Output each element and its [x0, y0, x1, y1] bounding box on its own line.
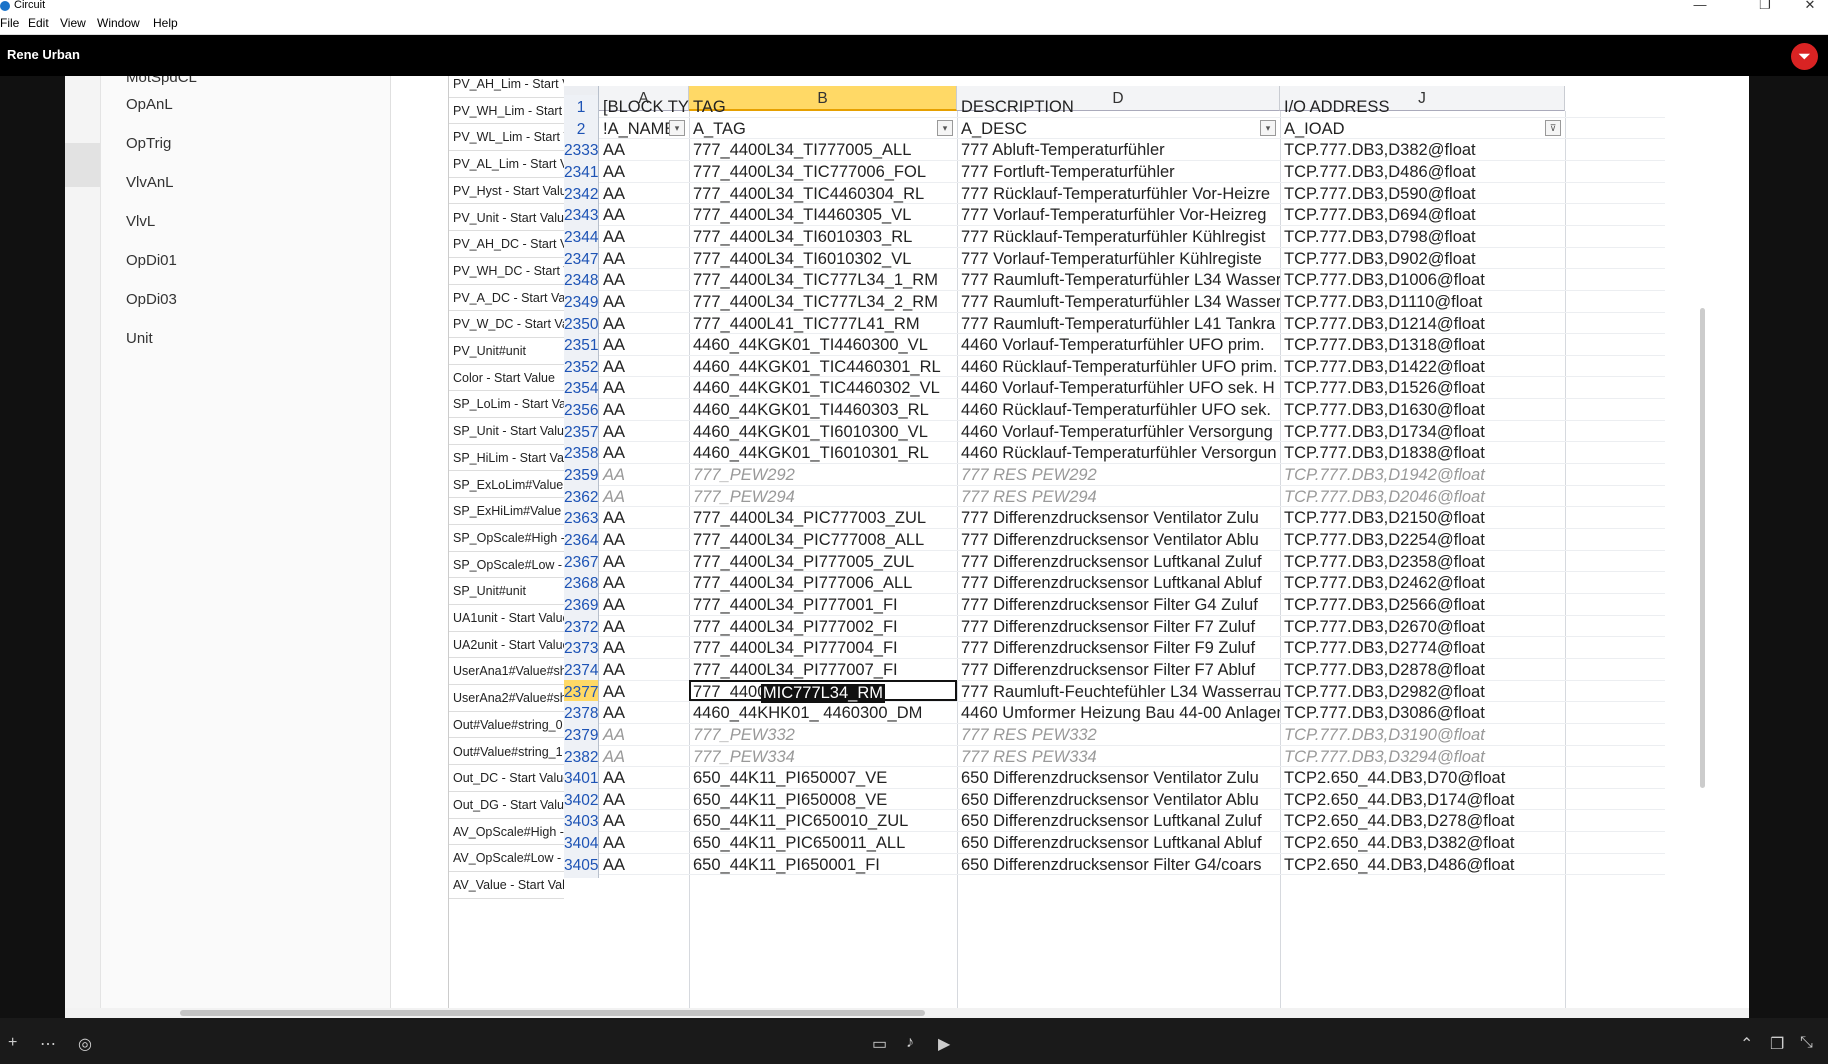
- parameter-item[interactable]: Out#Value#string_0: [449, 712, 564, 739]
- block-type-list: MotSpdCL OpAnL OpTrig VlvAnL VlvL OpDi01…: [100, 76, 390, 1018]
- participant-name: Rene Urban: [7, 47, 80, 62]
- call-header: Rene Urban: [0, 35, 1828, 76]
- cell-b[interactable]: 650_44K11_PI650001_FI: [689, 853, 957, 878]
- parameter-item[interactable]: SP_OpScale#High - Start: [449, 525, 564, 552]
- add-icon[interactable]: +: [8, 1034, 17, 1052]
- parameter-item[interactable]: SP_Unit#unit: [449, 578, 564, 605]
- menu-view[interactable]: View: [60, 16, 86, 30]
- block-type-item[interactable]: VlvAnL: [126, 174, 174, 191]
- panel-divider: [390, 76, 391, 1018]
- parameter-item[interactable]: UserAna1#Value#short: [449, 658, 564, 686]
- vertical-scroll-thumb[interactable]: [1700, 308, 1705, 788]
- parameter-item[interactable]: SP_OpScale#Low - Start: [449, 552, 564, 579]
- cell-d[interactable]: 650 Differenzdrucksensor Filter G4/coars: [957, 853, 1280, 878]
- parameter-item[interactable]: PV_A_DC - Start Value: [449, 285, 564, 312]
- block-type-item[interactable]: OpAnL: [126, 96, 173, 113]
- menu-file[interactable]: File: [0, 16, 19, 30]
- circuit-app-icon: [0, 1, 10, 11]
- more-icon[interactable]: ⋯: [40, 1034, 56, 1054]
- nav-rail-selected: [65, 143, 100, 187]
- block-type-item[interactable]: OpDi01: [126, 252, 177, 269]
- parameter-item[interactable]: AV_OpScale#Low - Start: [449, 845, 564, 872]
- parameter-item[interactable]: SP_Unit - Start Value: [449, 418, 564, 445]
- parameter-item[interactable]: PV_AL_Lim - Start Value: [449, 151, 564, 178]
- vertical-scrollbar[interactable]: [1665, 76, 1749, 1018]
- parameter-item[interactable]: PV_Unit - Start Value: [449, 205, 564, 232]
- spreadsheet: ABDJ1[BLOCK TYPETAGDESCRIPTIONI/O ADDRES…: [564, 76, 1665, 1018]
- pointer-icon[interactable]: ◎: [78, 1034, 92, 1054]
- video-camera-icon[interactable]: ▶: [938, 1034, 950, 1054]
- popout-icon[interactable]: ❐: [1770, 1034, 1784, 1054]
- row-number[interactable]: 3405: [564, 852, 599, 878]
- window-title-bar: Circuit — ❐ ✕: [0, 0, 1828, 12]
- parameter-item[interactable]: PV_AH_DC - Start Value: [449, 231, 564, 258]
- filter-dropdown-icon[interactable]: ▾: [669, 119, 685, 136]
- parameter-item[interactable]: PV_W_DC - Start Value: [449, 311, 564, 338]
- block-type-item[interactable]: OpDi03: [126, 291, 177, 308]
- fullscreen-exit-icon[interactable]: ⤡: [1800, 1034, 1813, 1052]
- window-title: Circuit: [14, 0, 46, 11]
- filter-active-icon[interactable]: ⊽: [1545, 119, 1561, 136]
- cell-j[interactable]: TCP2.650_44.DB3,D486@float: [1280, 853, 1565, 878]
- filter-dropdown-icon[interactable]: ▾: [937, 119, 953, 136]
- parameter-item[interactable]: Out_DC - Start Value: [449, 765, 564, 792]
- parameter-list: PV_AH_Lim - Start ValuePV_WH_Lim - Start…: [448, 76, 564, 1018]
- left-nav-rail: [65, 76, 100, 1018]
- block-type-item[interactable]: OpTrig: [126, 135, 171, 152]
- screen-share-area: MotSpdCL OpAnL OpTrig VlvAnL VlvL OpDi01…: [65, 76, 1749, 1018]
- screen-share-icon[interactable]: ▭: [872, 1034, 887, 1054]
- call-toolbar: + ⋯ ◎ ▭ ♪ ▶ ⌃ ❐ ⤡: [0, 1018, 1828, 1064]
- filter-dropdown-icon[interactable]: ▾: [1260, 119, 1276, 136]
- parameter-item[interactable]: PV_WH_Lim - Start Value: [449, 98, 564, 125]
- cell-a[interactable]: AA: [599, 853, 689, 878]
- phone-hangup-icon[interactable]: ⏷: [1791, 43, 1818, 70]
- parameter-item[interactable]: PV_WH_DC - Start Value: [449, 258, 564, 285]
- parameter-item[interactable]: Out#Value#string_1: [449, 739, 564, 766]
- block-type-item[interactable]: MotSpdCL: [126, 76, 197, 86]
- parameter-item[interactable]: SP_LoLim - Start Value: [449, 391, 564, 419]
- parameter-item[interactable]: UA1unit - Start Value: [449, 605, 564, 632]
- parameter-item[interactable]: AV_Value - Start Value: [449, 872, 564, 899]
- parameter-item[interactable]: Color - Start Value: [449, 365, 564, 392]
- parameter-item[interactable]: PV_WL_Lim - Start Value: [449, 124, 564, 152]
- parameter-item[interactable]: SP_ExLoLim#Value - Start: [449, 472, 564, 499]
- parameter-item[interactable]: Out_DG - Start Value: [449, 792, 564, 819]
- parameter-item[interactable]: PV_AH_Lim - Start Value: [449, 76, 564, 98]
- parameter-item[interactable]: UserAna2#Value#short: [449, 685, 564, 712]
- parameter-item[interactable]: AV_OpScale#High - Start: [449, 819, 564, 846]
- parameter-item[interactable]: PV_Unit#unit: [449, 338, 564, 365]
- horizontal-scrollbar[interactable]: [65, 1008, 1749, 1018]
- parameter-item[interactable]: SP_ExHiLim#Value - Start: [449, 498, 564, 525]
- block-type-item[interactable]: VlvL: [126, 213, 155, 230]
- menu-window[interactable]: Window: [97, 16, 140, 30]
- mic-muted-icon[interactable]: ♪: [906, 1034, 914, 1052]
- menu-edit[interactable]: Edit: [28, 16, 49, 30]
- parameter-item[interactable]: PV_Hyst - Start Value: [449, 178, 564, 205]
- menu-bar: File Edit View Window Help: [0, 12, 1828, 35]
- block-type-item[interactable]: Unit: [126, 330, 153, 347]
- horizontal-scroll-thumb[interactable]: [180, 1010, 925, 1016]
- menu-help[interactable]: Help: [153, 16, 178, 30]
- parameter-item[interactable]: UA2unit - Start Value: [449, 632, 564, 659]
- minimize-button[interactable]: —: [1690, 0, 1710, 12]
- chevron-up-icon[interactable]: ⌃: [1740, 1034, 1753, 1054]
- parameter-item[interactable]: SP_HiLim - Start Value: [449, 445, 564, 472]
